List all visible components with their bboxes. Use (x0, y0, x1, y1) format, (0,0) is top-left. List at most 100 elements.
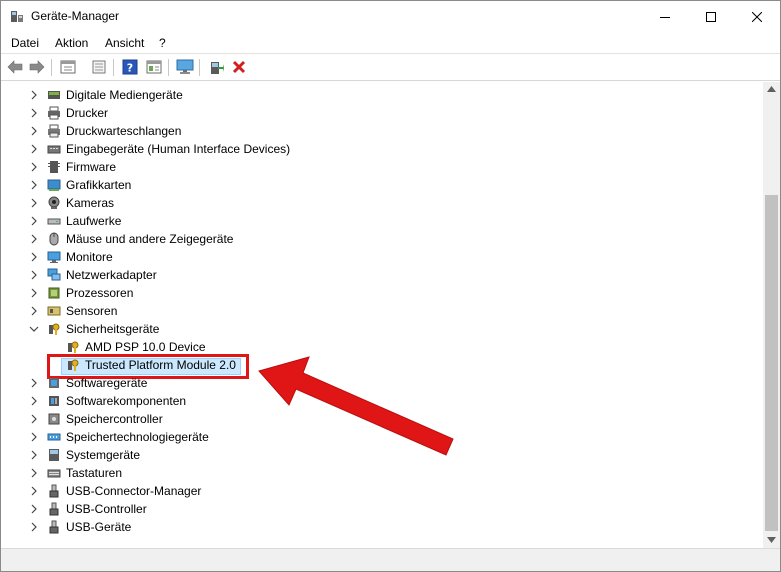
tree-category-item[interactable]: Kameras (1, 194, 741, 212)
back-button[interactable] (5, 58, 25, 76)
tree-item-label: USB-Connector-Manager (66, 484, 202, 498)
title-bar[interactable]: Geräte-Manager (1, 1, 780, 32)
status-bar (1, 548, 780, 571)
tree-category-item[interactable]: USB-Controller (1, 500, 741, 518)
maximize-button[interactable] (688, 1, 734, 32)
usb-icon (49, 502, 59, 516)
properties-icon (60, 60, 76, 74)
resource-view-button[interactable] (144, 58, 164, 76)
chevron-right-icon[interactable] (29, 486, 39, 496)
security-device-icon (49, 323, 60, 335)
tree-item-label: Netzwerkadapter (66, 268, 157, 282)
chevron-right-icon[interactable] (29, 180, 39, 190)
menu-bar: Datei Aktion Ansicht ? (1, 32, 780, 54)
system-device-icon (49, 449, 59, 461)
tree-item-label: Tastaturen (66, 466, 123, 480)
drive-icon (47, 218, 61, 225)
update-driver-button[interactable] (206, 58, 226, 76)
menu-ansicht[interactable]: Ansicht (105, 36, 144, 50)
tree-category-item[interactable]: Netzwerkadapter (1, 266, 741, 284)
chevron-right-icon[interactable] (29, 396, 39, 406)
tree-item-label: Mäuse und andere Zeigegeräte (66, 232, 234, 246)
help-button[interactable]: ? (120, 58, 140, 76)
chevron-right-icon[interactable] (29, 414, 39, 424)
chevron-right-icon[interactable] (29, 432, 39, 442)
tree-item-label: USB-Geräte (66, 520, 132, 534)
hid-icon (47, 145, 61, 154)
tree-category-item[interactable]: Tastaturen (1, 464, 741, 482)
tree-category-item[interactable]: Laufwerke (1, 212, 741, 230)
close-icon (752, 11, 762, 22)
update-driver-icon (211, 62, 224, 74)
tree-category-item[interactable]: Drucker (1, 104, 741, 122)
tree-item-label: Sensoren (66, 304, 118, 318)
menu-aktion[interactable]: Aktion (55, 36, 88, 50)
minimize-button[interactable] (642, 1, 688, 32)
monitor-icon (47, 251, 61, 263)
mouse-icon (49, 232, 59, 246)
storage-controller-icon (48, 413, 60, 425)
vertical-scrollbar[interactable] (763, 82, 780, 548)
tree-category-item[interactable]: Monitore (1, 248, 741, 266)
chevron-right-icon[interactable] (29, 378, 39, 388)
menu-help[interactable]: ? (159, 36, 166, 50)
camera-icon (48, 196, 60, 209)
chevron-right-icon[interactable] (29, 126, 39, 136)
scan-hardware-button[interactable] (175, 58, 195, 76)
chevron-right-icon[interactable] (29, 522, 39, 532)
scroll-down-icon[interactable] (767, 537, 776, 543)
tree-category-item[interactable]: Sensoren (1, 302, 741, 320)
tree-category-item[interactable]: Mäuse und andere Zeigegeräte (1, 230, 741, 248)
keyboard-icon (47, 469, 61, 478)
chevron-right-icon[interactable] (29, 216, 39, 226)
tree-category-item[interactable]: Digitale Mediengeräte (1, 86, 741, 104)
tree-category-item[interactable]: Eingabegeräte (Human Interface Devices) (1, 140, 741, 158)
maximize-icon (706, 11, 716, 22)
toolbar-separator (113, 59, 114, 76)
print-queue-icon (48, 124, 60, 138)
forward-button[interactable] (27, 58, 47, 76)
chevron-right-icon[interactable] (29, 144, 39, 154)
chevron-right-icon[interactable] (29, 252, 39, 262)
tree-category-item[interactable]: USB-Connector-Manager (1, 482, 741, 500)
view-button[interactable] (89, 58, 109, 76)
computer-monitor-icon (176, 59, 194, 74)
chevron-right-icon[interactable] (29, 270, 39, 280)
tree-item-label: Kameras (66, 196, 115, 210)
tree-category-item[interactable]: Druckwarteschlangen (1, 122, 741, 140)
chevron-right-icon[interactable] (29, 306, 39, 316)
tree-category-item[interactable]: Firmware (1, 158, 741, 176)
tree-category-item[interactable]: Grafikkarten (1, 176, 741, 194)
close-button[interactable] (734, 1, 780, 32)
tree-item-label: Systemgeräte (66, 448, 141, 462)
forward-icon (29, 60, 45, 74)
chevron-right-icon[interactable] (29, 162, 39, 172)
properties-button[interactable] (58, 58, 78, 76)
chevron-right-icon[interactable] (29, 90, 39, 100)
tree-category-item[interactable]: Prozessoren (1, 284, 741, 302)
chevron-right-icon[interactable] (29, 234, 39, 244)
chevron-right-icon[interactable] (29, 504, 39, 514)
toolbar-separator (199, 59, 200, 76)
tree-item-label: Softwarekomponenten (66, 394, 187, 408)
svg-text:?: ? (127, 62, 133, 75)
tree-category-item[interactable]: Sicherheitsgeräte (1, 320, 741, 338)
scrollbar-thumb[interactable] (765, 195, 778, 531)
uninstall-button[interactable] (229, 58, 249, 76)
chevron-right-icon[interactable] (29, 198, 39, 208)
tree-category-item[interactable]: USB-Geräte (1, 518, 741, 536)
device-manager-icon (11, 11, 23, 22)
chevron-right-icon[interactable] (29, 288, 39, 298)
usb-icon (49, 484, 59, 498)
chevron-right-icon[interactable] (29, 468, 39, 478)
tree-item-label: Sicherheitsgeräte (66, 322, 160, 336)
menu-datei[interactable]: Datei (11, 36, 39, 50)
software-component-icon (49, 396, 59, 406)
minimize-icon (660, 16, 670, 18)
chevron-down-icon[interactable] (29, 324, 39, 334)
security-device-icon (68, 341, 79, 353)
scroll-up-icon[interactable] (767, 86, 776, 92)
device-tree[interactable]: Digitale Mediengeräte Drucker Druckwartesc… (1, 82, 763, 548)
chevron-right-icon[interactable] (29, 108, 39, 118)
chevron-right-icon[interactable] (29, 450, 39, 460)
